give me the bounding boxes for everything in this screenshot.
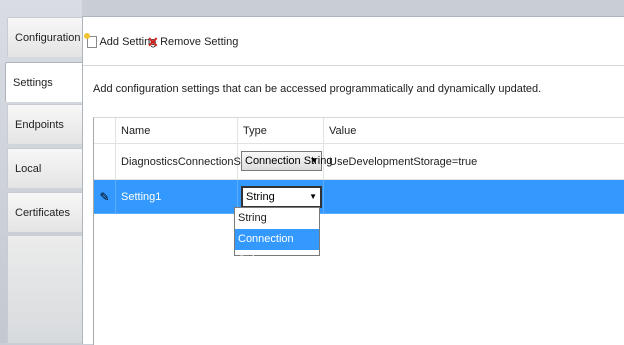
settings-panel: Add Setting ✕ Remove Setting Add configu… (82, 16, 624, 345)
remove-icon: ✕ (147, 34, 159, 51)
tab-label: Configuration (15, 32, 81, 44)
pencil-icon: ✎ (99, 189, 110, 204)
tab-certificates[interactable]: Certificates (7, 192, 82, 232)
dropdown-option-connection-string[interactable]: Connection String (235, 229, 319, 266)
tab-label: Settings (13, 77, 53, 89)
tab-configuration[interactable]: Configuration (7, 17, 82, 57)
tab-settings[interactable]: Settings (5, 62, 82, 102)
setting-value-cell[interactable] (324, 180, 624, 214)
type-combobox-value: Connection String (245, 155, 333, 167)
tab-label: Certificates (15, 207, 71, 219)
column-header-value[interactable]: Value (324, 118, 624, 144)
table-row[interactable]: DiagnosticsConnectionString Connection S… (94, 144, 624, 180)
tab-local-storage[interactable]: Local Storage (7, 148, 82, 215)
add-setting-icon (84, 33, 97, 49)
setting-name-cell[interactable]: Setting1 (116, 180, 238, 214)
dropdown-arrow-icon[interactable]: ▼ (310, 156, 318, 165)
dropdown-arrow-icon[interactable]: ▼ (309, 192, 317, 201)
remove-setting-label: Remove Setting (160, 36, 239, 48)
tab-strip: Configuration Settings Endpoints Local S… (0, 0, 83, 343)
remove-setting-button[interactable]: ✕ Remove Setting (147, 34, 238, 50)
table-row[interactable]: ✎ Setting1 String ▼ (94, 180, 624, 214)
setting-name-cell[interactable]: DiagnosticsConnectionString (116, 144, 262, 180)
column-header-type[interactable]: Type (238, 118, 324, 144)
row-header-cell (94, 118, 116, 144)
settings-description: Add configuration settings that can be a… (93, 83, 542, 95)
type-combobox[interactable]: String ▼ (241, 186, 322, 208)
row-header-cell[interactable]: ✎ (94, 180, 116, 214)
tab-strip-filler (7, 236, 83, 343)
tab-endpoints[interactable]: Endpoints (7, 104, 82, 144)
setting-type-cell[interactable]: Connection String ▼ (238, 144, 332, 180)
toolbar: Add Setting ✕ Remove Setting (83, 17, 624, 66)
row-header-cell[interactable] (94, 144, 116, 180)
type-dropdown-list: String Connection String (234, 207, 320, 266)
type-combobox[interactable]: Connection String ▼ (241, 151, 332, 171)
column-header-name[interactable]: Name (116, 118, 238, 144)
dropdown-option-string[interactable]: String (235, 208, 319, 229)
grid-header: Name Type Value (94, 118, 624, 144)
setting-value-cell[interactable]: UseDevelopmentStorage=true (324, 144, 624, 180)
type-combobox-value: String (246, 191, 275, 203)
tab-label: Endpoints (15, 119, 64, 131)
add-setting-button[interactable]: Add Setting (84, 33, 156, 50)
settings-grid: Name Type Value DiagnosticsConnectionStr… (93, 117, 624, 345)
